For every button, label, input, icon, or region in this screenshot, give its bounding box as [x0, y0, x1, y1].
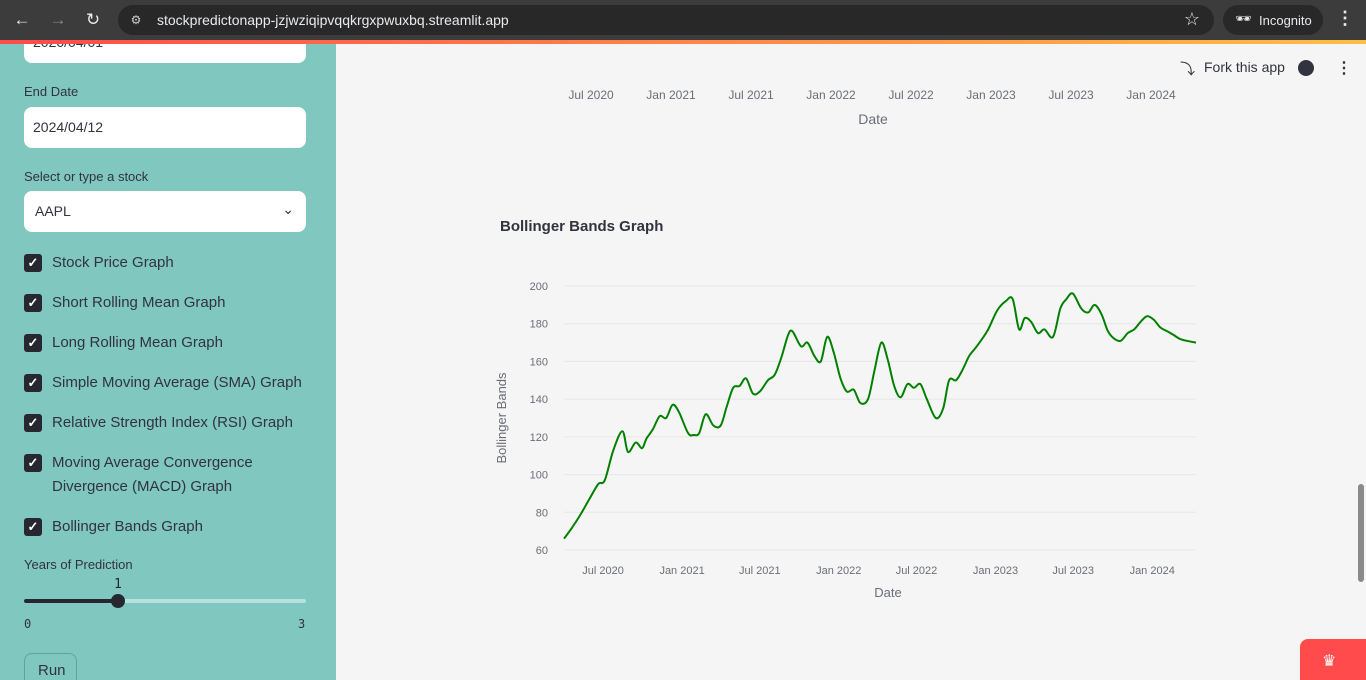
previous-chart-tick: Jul 2022 [888, 88, 934, 102]
stock-select[interactable]: AAPL ⌄ [24, 191, 306, 232]
previous-chart-tick: Jan 2023 [966, 88, 1016, 102]
browser-toolbar: ← → ↻ ⚙ stockpredictonapp-jzjwziqipvqqkr… [0, 0, 1366, 40]
y-axis-label: Bollinger Bands [494, 372, 509, 464]
slider-thumb[interactable] [110, 594, 125, 608]
incognito-label: Incognito [1259, 13, 1312, 28]
site-settings-icon[interactable]: ⚙ [128, 12, 144, 28]
previous-chart-tick: Jan 2022 [806, 88, 856, 102]
checkbox-label: Bollinger Bands Graph [52, 518, 203, 535]
forward-arrow-icon[interactable]: → [46, 8, 70, 32]
checkbox-label: Long Rolling Mean Graph [52, 334, 223, 351]
checkbox-checked-icon[interactable]: ✓ [24, 414, 42, 432]
sidebar: 2020/04/01 End Date 2024/04/12 Select or… [0, 44, 336, 680]
y-tick-label: 200 [530, 281, 548, 293]
checkbox-label: Moving Average Convergence [52, 454, 253, 471]
y-tick-label: 120 [530, 432, 548, 444]
previous-chart-xlabel: Date [858, 111, 888, 127]
x-tick-label: Jan 2024 [1130, 565, 1175, 577]
checkbox-label-line2: Divergence (MACD) Graph [52, 478, 233, 495]
stock-select-label: Select or type a stock [24, 169, 149, 184]
checkbox-checked-icon[interactable]: ✓ [24, 254, 42, 272]
years-of-prediction-label: Years of Prediction [24, 557, 133, 572]
slider-min-label: 0 [24, 617, 32, 631]
scrollbar[interactable] [1358, 484, 1364, 582]
start-date-input[interactable]: 2020/04/01 [24, 44, 306, 63]
end-date-input[interactable]: 2024/04/12 [24, 107, 306, 148]
stock-select-value: AAPL [35, 203, 71, 219]
incognito-icon: 🕶 [1235, 11, 1252, 26]
reload-icon[interactable]: ↻ [81, 8, 105, 32]
x-tick-label: Jul 2022 [896, 565, 938, 577]
x-tick-label: Jul 2021 [739, 565, 781, 577]
years-slider[interactable] [24, 594, 306, 608]
y-tick-label: 140 [530, 394, 548, 406]
previous-chart-tick: Jul 2023 [1048, 88, 1094, 102]
slider-max-label: 3 [298, 617, 306, 631]
series-line [563, 292, 1197, 540]
chevron-down-icon: ⌄ [282, 201, 294, 217]
previous-chart-tick: Jan 2021 [646, 88, 696, 102]
app-menu-icon[interactable]: ⋮ [1336, 58, 1352, 78]
url-text: stockpredictonapp-jzjwziqipvqqkrgxpwuxbq… [157, 12, 509, 28]
checkbox-checked-icon[interactable]: ✓ [24, 454, 42, 472]
y-tick-label: 60 [536, 545, 548, 557]
main-content: ⤵ Fork this app ⋮ Jul 2020 Jan 2021 Jul 20… [336, 44, 1366, 680]
github-icon[interactable] [1298, 60, 1314, 76]
previous-chart-tick: Jan 2024 [1126, 88, 1176, 102]
slider-fill [24, 599, 118, 603]
streamlit-crown-icon: ♛ [1322, 653, 1337, 670]
checkbox-checked-icon[interactable]: ✓ [24, 518, 42, 536]
checkbox-checked-icon[interactable]: ✓ [24, 334, 42, 352]
x-tick-label: Jan 2021 [659, 565, 704, 577]
streamlit-badge[interactable]: ♛ [1300, 639, 1366, 680]
previous-chart-tick: Jul 2021 [728, 88, 774, 102]
address-bar[interactable]: ⚙ stockpredictonapp-jzjwziqipvqqkrgxpwux… [118, 5, 1214, 35]
x-tick-label: Jan 2023 [973, 565, 1018, 577]
y-tick-label: 80 [536, 507, 548, 519]
x-axis-label: Date [874, 585, 901, 600]
slider-value: 1 [113, 577, 122, 592]
x-tick-label: Jul 2023 [1052, 565, 1094, 577]
bollinger-bands-chart[interactable]: 60 80 100 120 140 160 180 200 Jul 2020 Jan 2021 Ju… [490, 269, 1366, 609]
fork-icon: ⤵ [1180, 61, 1196, 78]
browser-menu-icon[interactable]: ⋮ [1336, 8, 1354, 29]
bookmark-star-icon[interactable]: ☆ [1184, 9, 1200, 30]
checkbox-label: Short Rolling Mean Graph [52, 294, 226, 311]
y-tick-label: 100 [530, 470, 548, 482]
checkbox-checked-icon[interactable]: ✓ [24, 294, 42, 312]
x-tick-label: Jan 2022 [816, 565, 861, 577]
checkbox-checked-icon[interactable]: ✓ [24, 374, 42, 392]
y-tick-label: 180 [530, 319, 548, 331]
checkbox-label: Relative Strength Index (RSI) Graph [52, 414, 293, 431]
previous-chart-tick: Jul 2020 [568, 88, 614, 102]
checkbox-label: Simple Moving Average (SMA) Graph [52, 374, 302, 391]
run-button[interactable]: Run [24, 653, 77, 680]
incognito-badge[interactable]: 🕶 Incognito [1223, 5, 1323, 35]
end-date-label: End Date [24, 84, 79, 99]
checkbox-label: Stock Price Graph [52, 254, 174, 271]
section-title: Bollinger Bands Graph [500, 218, 664, 235]
y-tick-label: 160 [530, 356, 548, 368]
fork-label: Fork this app [1204, 59, 1285, 75]
back-arrow-icon[interactable]: ← [10, 8, 34, 32]
x-tick-label: Jul 2020 [582, 565, 624, 577]
